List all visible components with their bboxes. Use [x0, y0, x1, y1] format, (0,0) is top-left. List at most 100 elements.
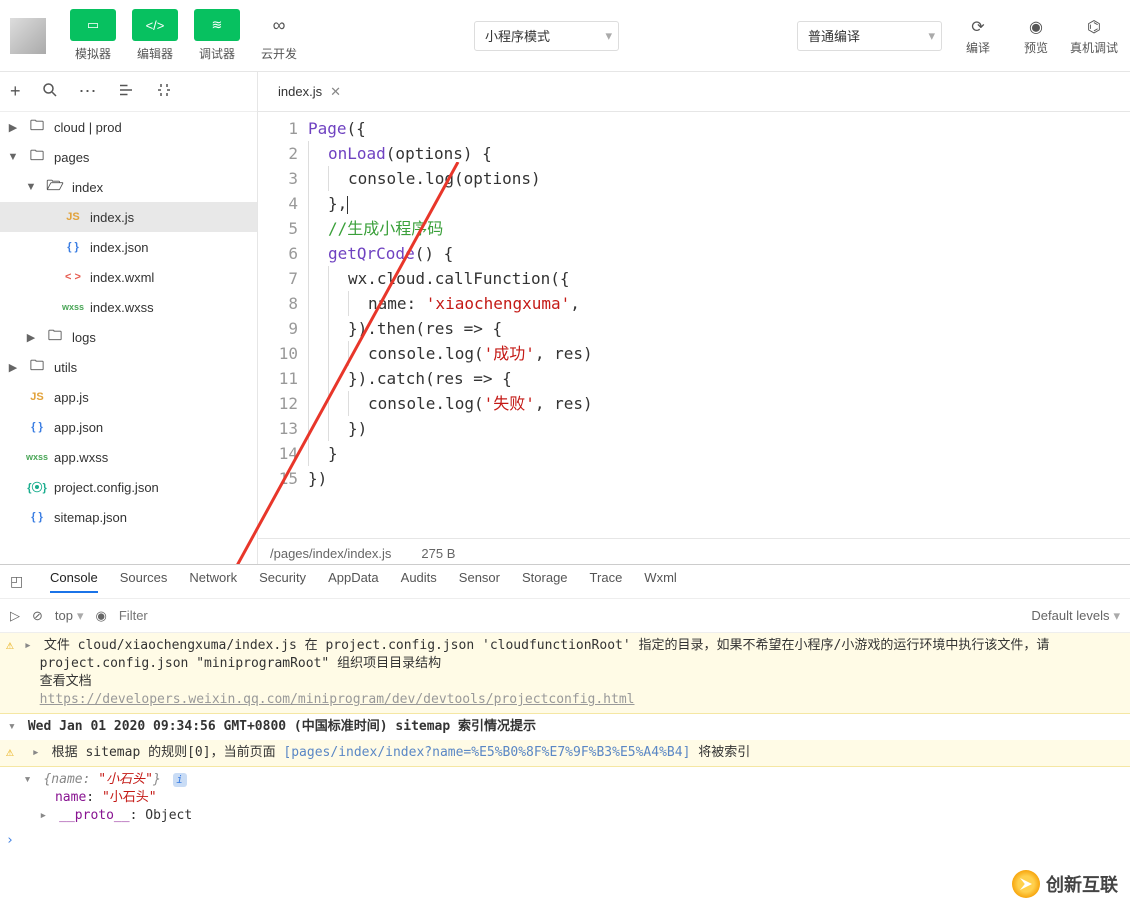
- right-btn-0[interactable]: ⟳编译: [952, 15, 1004, 56]
- tree-label: index: [72, 180, 103, 195]
- devtools-tab[interactable]: Audits: [401, 570, 437, 593]
- new-file-icon[interactable]: +: [10, 81, 21, 102]
- doc-link[interactable]: https://developers.weixin.qq.com/minipro…: [40, 692, 635, 707]
- file-icon: { }: [26, 421, 48, 433]
- chevron-right-icon[interactable]: ▸: [24, 637, 36, 655]
- chevron-right-icon[interactable]: ▸: [39, 807, 51, 825]
- mode-btn-0[interactable]: ▭模拟器: [66, 9, 120, 62]
- tree-label: index.wxml: [90, 270, 154, 285]
- tree-label: index.wxss: [90, 300, 154, 315]
- file-icon: 🗀: [26, 355, 48, 379]
- tree-twist-icon[interactable]: ▶: [24, 331, 38, 344]
- watermark-logo-icon: [1012, 870, 1040, 898]
- refresh-icon: ⟳: [971, 15, 984, 39]
- search-icon[interactable]: [41, 81, 59, 102]
- chevron-down-icon[interactable]: ▾: [24, 771, 36, 789]
- devtools-tab[interactable]: Trace: [590, 570, 623, 593]
- right-btn-2[interactable]: ⌬真机调试: [1068, 15, 1120, 56]
- devtools-tab[interactable]: Sensor: [459, 570, 500, 593]
- code-source[interactable]: Page({ onLoad(options) { console.log(opt…: [308, 112, 1130, 538]
- file-icon: { }: [26, 511, 48, 523]
- mode-btn-2[interactable]: ≋调试器: [190, 9, 244, 62]
- info-icon[interactable]: i: [173, 773, 187, 787]
- close-icon[interactable]: ✕: [330, 84, 341, 100]
- tree-item[interactable]: { } sitemap.json: [0, 502, 257, 532]
- console-logs[interactable]: ▸ 文件 cloud/xiaochengxuma/index.js 在 proj…: [0, 633, 1130, 908]
- collapse-icon[interactable]: [117, 81, 135, 102]
- console-toolbar: ▷ ⊘ top ▾ ◉ Default levels ▾: [0, 599, 1130, 633]
- compile-dropdown[interactable]: 普通编译: [797, 21, 942, 51]
- clear-icon[interactable]: ⊘: [32, 608, 43, 624]
- tree-item[interactable]: ▶ 🗀 utils: [0, 352, 257, 382]
- devtools-panel: ◰ Console Sources Network Security AppData Au…: [0, 564, 1130, 908]
- tab-bar: index.js ✕: [258, 72, 1130, 112]
- tree-item[interactable]: < > index.wxml: [0, 262, 257, 292]
- tree-item[interactable]: wxssapp.wxss: [0, 442, 257, 472]
- right-btn-1[interactable]: ◉预览: [1010, 15, 1062, 56]
- tree-item[interactable]: JS index.js: [0, 202, 257, 232]
- devtools-tab[interactable]: Console: [50, 570, 98, 593]
- more-icon[interactable]: ⋯: [79, 81, 97, 102]
- eye-icon[interactable]: ◉: [96, 608, 107, 624]
- tree-item[interactable]: {⦿}project.config.json: [0, 472, 257, 502]
- devtools-tab[interactable]: Wxml: [644, 570, 677, 593]
- devtools-tab[interactable]: Storage: [522, 570, 568, 593]
- tree-label: logs: [72, 330, 96, 345]
- devtools-tab[interactable]: Network: [189, 570, 237, 593]
- file-icon: wxss: [62, 302, 84, 312]
- file-icon: { }: [62, 241, 84, 253]
- tree-item[interactable]: ▼🗁index: [0, 172, 257, 202]
- levels-dropdown[interactable]: Default levels ▾: [1031, 608, 1120, 624]
- line-gutter: 123456789101112131415: [258, 112, 308, 538]
- tree-item[interactable]: wxss index.wxss: [0, 292, 257, 322]
- tree-item[interactable]: ▶🗀cloud | prod: [0, 112, 257, 142]
- explorer-toolbar: + ⋯: [0, 72, 257, 112]
- console-prompt[interactable]: ›: [0, 829, 1130, 852]
- mode-dropdown[interactable]: 小程序模式: [474, 21, 619, 51]
- inspect-icon[interactable]: ◰: [10, 573, 30, 590]
- gear-icon[interactable]: [155, 81, 173, 102]
- eye-icon: ◉: [1029, 15, 1043, 39]
- tree-twist-icon[interactable]: ▼: [6, 151, 20, 163]
- file-icon: JS: [62, 211, 84, 223]
- tree-label: app.json: [54, 420, 103, 435]
- watermark: 创新互联: [1012, 870, 1118, 898]
- file-tree[interactable]: ▶🗀cloud | prod▼🗀pages▼🗁indexJSindex.js{ …: [0, 112, 257, 568]
- file-icon: < >: [62, 271, 84, 283]
- tree-label: cloud | prod: [54, 120, 122, 135]
- tree-label: pages: [54, 150, 89, 165]
- tab-index-js[interactable]: index.js ✕: [268, 72, 351, 111]
- devtools-tab[interactable]: Security: [259, 570, 306, 593]
- phone-icon: ▭: [70, 9, 116, 41]
- code-editor[interactable]: 123456789101112131415 Page({ onLoad(opti…: [258, 112, 1130, 538]
- top-toolbar: ▭模拟器</>编辑器≋调试器∞云开发 小程序模式 普通编译 ⟳编译◉预览⌬真机调…: [0, 0, 1130, 72]
- explorer-panel: + ⋯ ▶🗀cloud | prod▼🗀pages▼🗁indexJSindex.…: [0, 72, 258, 568]
- tree-label: index.js: [90, 210, 134, 225]
- tree-item[interactable]: { }index.json: [0, 232, 257, 262]
- tab-title: index.js: [278, 84, 322, 99]
- tree-item[interactable]: JSapp.js: [0, 382, 257, 412]
- tree-label: sitemap.json: [54, 510, 127, 525]
- avatar[interactable]: [10, 18, 46, 54]
- tree-twist-icon[interactable]: ▼: [24, 181, 38, 193]
- cloud-icon: ∞: [256, 9, 302, 41]
- play-icon[interactable]: ▷: [10, 608, 20, 624]
- log-warning: ▸ 文件 cloud/xiaochengxuma/index.js 在 proj…: [0, 633, 1130, 714]
- chevron-down-icon[interactable]: ▾: [8, 718, 20, 736]
- tree-item[interactable]: ▶🗀logs: [0, 322, 257, 352]
- devtools-tab[interactable]: AppData: [328, 570, 379, 593]
- tree-item[interactable]: { } app.json: [0, 412, 257, 442]
- debug-icon: ≋: [194, 9, 240, 41]
- main: + ⋯ ▶🗀cloud | prod▼🗀pages▼🗁indexJSindex.…: [0, 72, 1130, 568]
- tree-twist-icon[interactable]: ▶: [6, 121, 20, 134]
- chevron-right-icon[interactable]: ▸: [32, 744, 44, 762]
- filter-input[interactable]: [119, 608, 1020, 623]
- context-dropdown[interactable]: top ▾: [55, 608, 84, 624]
- tree-label: utils: [54, 360, 77, 375]
- devtools-tab[interactable]: Sources: [120, 570, 168, 593]
- tree-item[interactable]: ▼🗀pages: [0, 142, 257, 172]
- mode-btn-1[interactable]: </>编辑器: [128, 9, 182, 62]
- tree-twist-icon[interactable]: ▶: [6, 361, 20, 374]
- mode-btn-3[interactable]: ∞云开发: [252, 9, 306, 62]
- tree-label: app.wxss: [54, 450, 108, 465]
